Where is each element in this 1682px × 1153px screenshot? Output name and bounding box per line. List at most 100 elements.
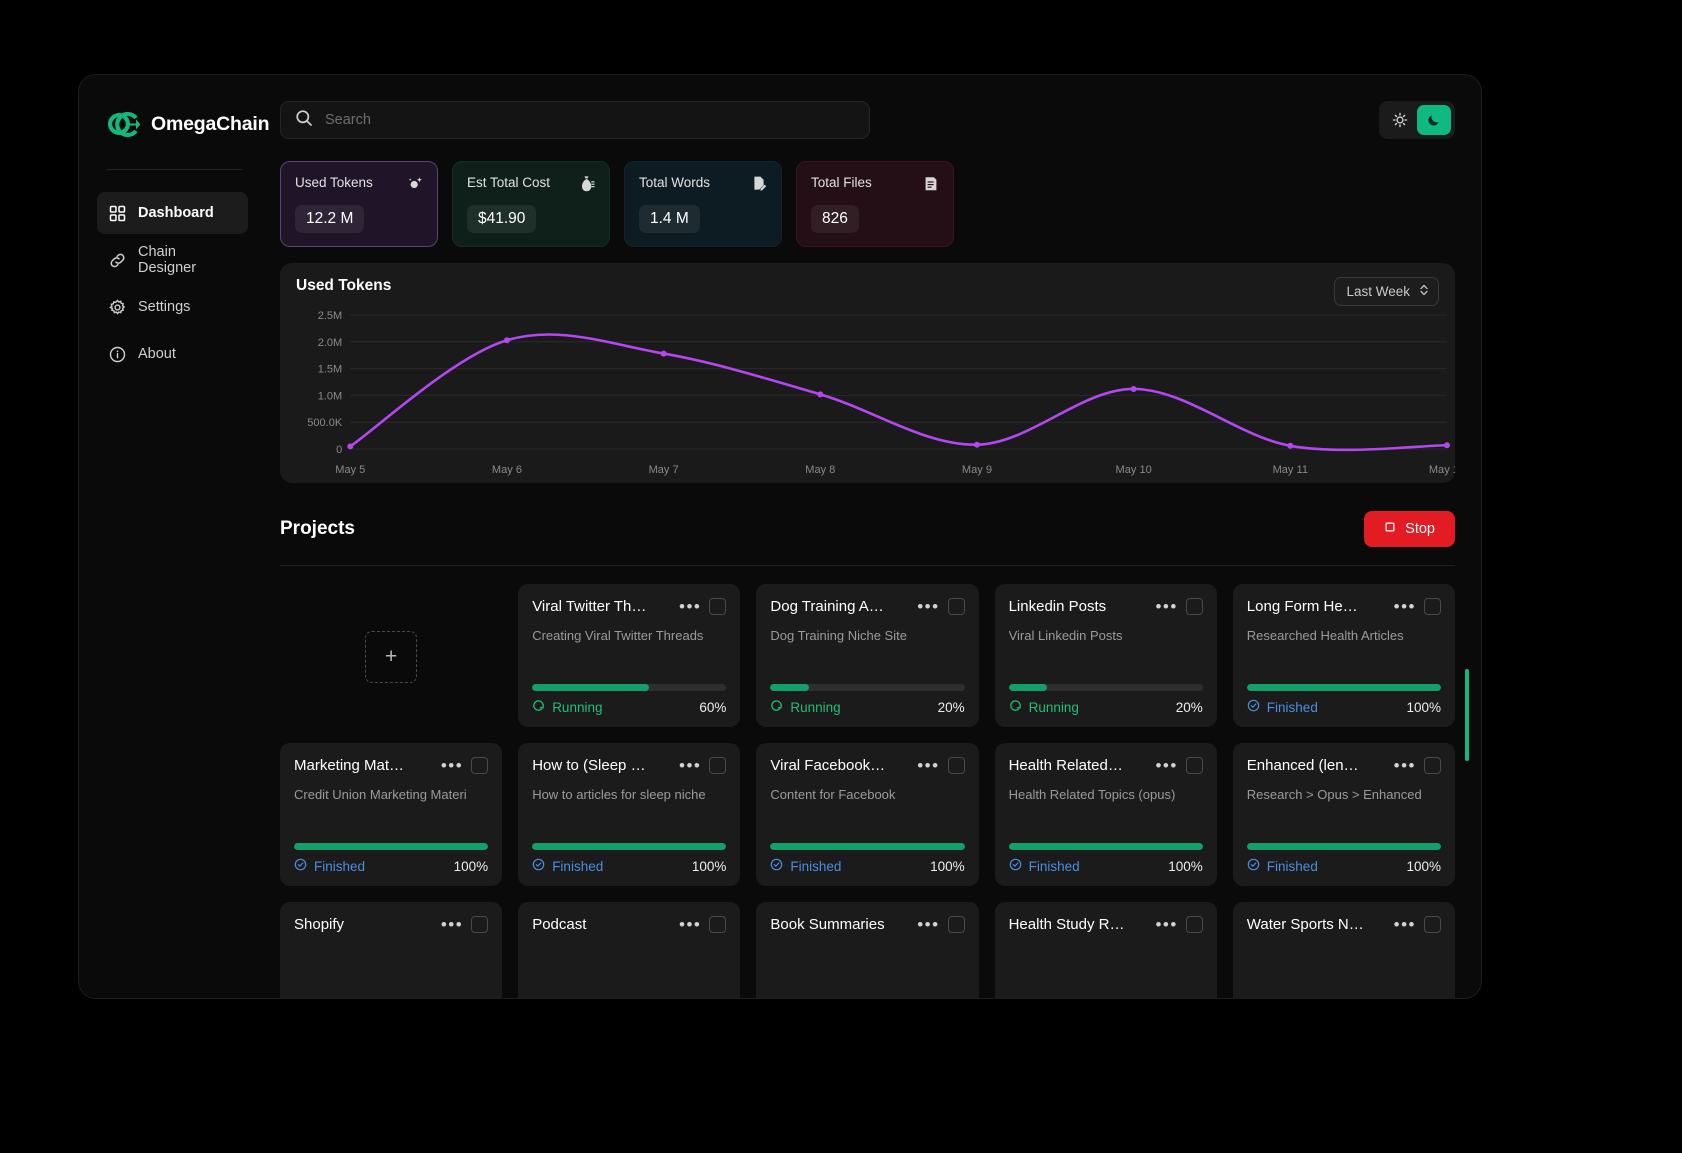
stat-label: Est Total Cost <box>467 175 551 190</box>
stat-card-est-total-cost: Est Total Cost $41.90 <box>452 161 610 247</box>
project-card-title: Viral Twitter Th… <box>532 598 647 615</box>
checkbox-icon[interactable] <box>471 916 489 933</box>
project-card[interactable]: Viral Facebook… ••• Content for Facebook… <box>756 743 979 886</box>
checkbox-icon[interactable] <box>1185 757 1203 774</box>
checkbox-icon[interactable] <box>947 598 965 615</box>
ellipsis-icon[interactable]: ••• <box>1155 598 1177 615</box>
project-card[interactable]: Linkedin Posts ••• Viral Linkedin Posts … <box>994 584 1217 727</box>
moon-icon[interactable] <box>1417 105 1451 135</box>
checkbox-icon[interactable] <box>947 757 965 774</box>
sidebar-item-about[interactable]: About <box>97 333 248 375</box>
brand: OmegaChain <box>79 101 269 139</box>
status-badge: Finished <box>1247 699 1318 715</box>
project-card[interactable]: Podcast ••• <box>518 902 741 998</box>
checkbox-icon[interactable] <box>709 598 727 615</box>
ellipsis-icon[interactable]: ••• <box>1394 757 1416 774</box>
search-input[interactable] <box>325 112 855 128</box>
project-card-description: Content for Facebook <box>770 787 896 802</box>
ellipsis-icon[interactable]: ••• <box>679 757 701 774</box>
status-label: Running <box>1028 699 1079 715</box>
chart-data-point[interactable] <box>1443 442 1450 449</box>
chart-data-point[interactable] <box>973 441 980 448</box>
checkbox-icon[interactable] <box>1185 598 1203 615</box>
project-card[interactable]: Marketing Mat… ••• Credit Union Marketin… <box>280 743 503 886</box>
stat-value: 12.2 M <box>295 205 365 233</box>
checkbox-icon[interactable] <box>471 757 489 774</box>
chart-data-point[interactable] <box>817 391 824 398</box>
progress-bar <box>294 843 489 850</box>
ellipsis-icon[interactable]: ••• <box>679 916 701 933</box>
project-card[interactable]: How to (Sleep … ••• How to articles for … <box>518 743 741 886</box>
stat-value: $41.90 <box>467 205 537 233</box>
chart-data-point[interactable] <box>503 337 510 344</box>
ellipsis-icon[interactable]: ••• <box>441 757 463 774</box>
theme-toggle[interactable] <box>1379 101 1455 139</box>
svg-text:May 6: May 6 <box>492 464 522 476</box>
ellipsis-icon[interactable]: ••• <box>1394 598 1416 615</box>
project-card-description: Health Related Topics (opus) <box>1008 787 1176 802</box>
checkbox-icon[interactable] <box>1185 916 1203 933</box>
stop-square-icon <box>1384 521 1396 537</box>
checkbox-icon[interactable] <box>1423 598 1441 615</box>
project-card[interactable]: Enhanced (len… ••• Research > Opus > Enh… <box>1232 743 1455 886</box>
progress-percent: 20% <box>937 699 965 715</box>
progress-bar <box>532 684 727 691</box>
ellipsis-icon[interactable]: ••• <box>1394 916 1416 933</box>
sidebar-item-label: Dashboard <box>138 205 214 221</box>
sidebar-item-chain-designer[interactable]: Chain Designer <box>97 239 248 281</box>
progress-bar <box>1246 684 1441 691</box>
checkbox-icon[interactable] <box>709 757 727 774</box>
used-tokens-line-chart: 0500.0K1.0M1.5M2.0M2.5M May 5 May 6 May 7M… <box>307 310 1455 476</box>
stop-button-label: Stop <box>1405 521 1435 537</box>
project-card[interactable]: Shopify ••• <box>280 902 503 998</box>
svg-text:May 5: May 5 <box>335 464 365 476</box>
chart-data-points <box>347 337 1450 450</box>
ellipsis-icon[interactable]: ••• <box>1155 757 1177 774</box>
chart-data-point[interactable] <box>347 443 354 450</box>
chart-range-label: Last Week <box>1346 284 1410 299</box>
projects-scrollbar-thumb[interactable] <box>1465 669 1469 761</box>
checkbox-icon[interactable] <box>1423 757 1441 774</box>
ellipsis-icon[interactable]: ••• <box>917 598 939 615</box>
project-card[interactable]: Health Related… ••• Health Related Topic… <box>994 743 1217 886</box>
ellipsis-icon[interactable]: ••• <box>679 598 701 615</box>
checkbox-icon[interactable] <box>709 916 727 933</box>
chart-range-select[interactable]: Last Week <box>1334 277 1439 306</box>
project-card[interactable]: Long Form He… ••• Researched Health Arti… <box>1232 584 1455 727</box>
search-bar[interactable] <box>280 101 870 139</box>
omegachain-logo-icon <box>106 109 141 139</box>
sun-icon[interactable] <box>1383 105 1417 135</box>
progress-bar <box>770 684 965 691</box>
spinner-icon <box>1009 699 1022 715</box>
project-card-title: Health Study R… <box>1008 916 1125 933</box>
stop-button[interactable]: Stop <box>1364 511 1455 547</box>
stat-value: 1.4 M <box>639 205 700 233</box>
project-card[interactable]: Health Study R… ••• <box>994 902 1217 998</box>
sidebar-item-dashboard[interactable]: Dashboard <box>97 192 248 234</box>
add-project-button[interactable]: + <box>365 630 418 683</box>
project-card[interactable]: Viral Twitter Th… ••• Creating Viral Twi… <box>518 584 741 727</box>
chart-x-axis-labels: May 5 May 6 May 7 May 8 May 9 May 10 May 11 May… <box>335 464 1455 476</box>
project-card-title: Podcast <box>532 916 587 933</box>
sidebar-item-settings[interactable]: Settings <box>97 286 248 328</box>
chart-data-point[interactable] <box>660 350 667 357</box>
project-card[interactable]: Water Sports N… ••• <box>1232 902 1455 998</box>
checkbox-icon[interactable] <box>1423 916 1441 933</box>
project-card[interactable]: Dog Training A… ••• Dog Training Niche S… <box>756 584 979 727</box>
checkbox-icon[interactable] <box>947 916 965 933</box>
stat-label: Total Files <box>811 175 872 190</box>
ellipsis-icon[interactable]: ••• <box>441 916 463 933</box>
progress-bar <box>1008 843 1203 850</box>
status-label: Running <box>552 699 603 715</box>
page-title: Projects <box>280 518 355 539</box>
chart-data-point[interactable] <box>1287 442 1294 449</box>
progress-bar <box>770 843 965 850</box>
ellipsis-icon[interactable]: ••• <box>917 916 939 933</box>
stat-label: Used Tokens <box>295 175 373 190</box>
project-card[interactable]: Book Summaries ••• <box>756 902 979 998</box>
ellipsis-icon[interactable]: ••• <box>917 757 939 774</box>
svg-text:May 11: May 11 <box>1273 464 1308 476</box>
chart-data-point[interactable] <box>1130 385 1137 392</box>
ellipsis-icon[interactable]: ••• <box>1155 916 1177 933</box>
spinner-icon <box>532 699 545 715</box>
